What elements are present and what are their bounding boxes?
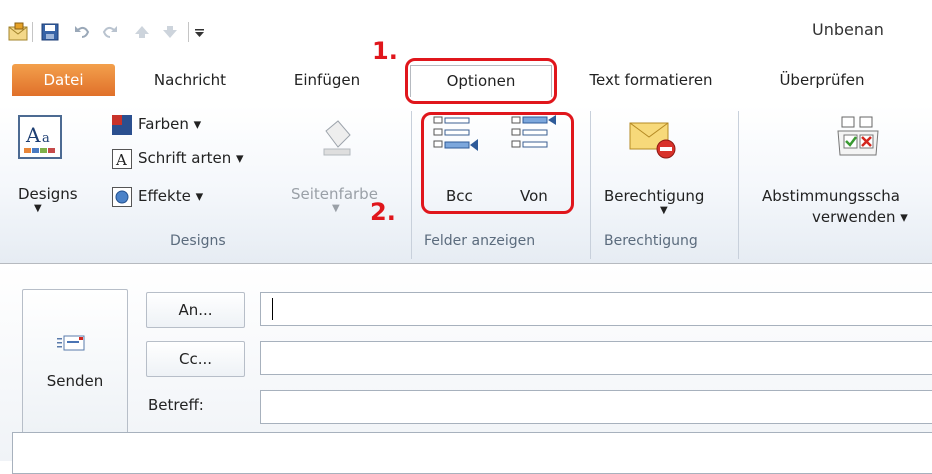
arrow-up-icon[interactable] — [132, 22, 152, 42]
designs-icon[interactable]: A a — [18, 115, 62, 159]
voting-buttons-label-line1[interactable]: Abstimmungsscha — [762, 187, 900, 205]
group-separator — [411, 111, 412, 259]
designs-dropdown-icon[interactable]: ▼ — [34, 203, 42, 214]
to-button[interactable]: An... — [146, 292, 245, 328]
voting-buttons-label-line2[interactable]: verwenden ▾ — [812, 208, 908, 226]
qat-separator — [32, 22, 33, 42]
window-title: Unbenan — [812, 20, 884, 39]
tab-review[interactable]: Überprüfen — [762, 65, 882, 95]
page-color-button-label: Seitenfarbe — [291, 185, 378, 203]
cc-button[interactable]: Cc... — [146, 341, 245, 377]
qat-separator — [188, 22, 189, 42]
designs-group-label: Designs — [170, 233, 226, 249]
svg-text:A: A — [115, 151, 127, 169]
colors-button[interactable]: Farben ▾ — [138, 115, 201, 133]
send-button[interactable]: Senden — [22, 289, 128, 435]
fonts-button[interactable]: Schrift arten ▾ — [138, 149, 244, 167]
designs-button-label[interactable]: Designs — [18, 185, 78, 203]
subject-label: Betreff: — [148, 396, 204, 414]
tab-format-text[interactable]: Text formatieren — [566, 65, 736, 95]
tab-message[interactable]: Nachricht — [130, 65, 250, 95]
group-separator — [738, 111, 739, 259]
undo-icon[interactable] — [72, 22, 92, 42]
customize-qat-icon[interactable] — [193, 22, 213, 42]
text-caret — [272, 298, 273, 320]
send-button-label: Senden — [46, 372, 104, 390]
to-field[interactable] — [260, 292, 932, 326]
send-icon — [57, 335, 85, 351]
quick-access-toolbar: Unbenan — [0, 0, 932, 50]
fonts-icon[interactable]: A — [112, 149, 132, 169]
tab-insert[interactable]: Einfügen — [268, 65, 386, 95]
svg-text:a: a — [42, 131, 50, 146]
outlook-app-icon[interactable] — [8, 22, 28, 42]
permission-dropdown-icon[interactable]: ▼ — [660, 205, 668, 216]
permission-button-label[interactable]: Berechtigung — [604, 187, 704, 205]
group-separator — [590, 111, 591, 259]
subject-field[interactable] — [260, 390, 932, 424]
show-fields-group-label: Felder anzeigen — [424, 233, 536, 249]
svg-text:A: A — [25, 123, 41, 147]
page-color-dropdown-icon: ▼ — [332, 203, 340, 214]
arrow-down-icon[interactable] — [160, 22, 180, 42]
redo-icon[interactable] — [100, 22, 120, 42]
voting-buttons-icon[interactable] — [836, 115, 880, 157]
annotation-highlight-options-tab — [405, 58, 557, 104]
colors-icon[interactable] — [112, 115, 132, 135]
save-icon[interactable] — [40, 22, 60, 42]
message-body[interactable] — [12, 432, 932, 474]
page-color-icon — [323, 120, 351, 156]
annotation-step-2: 2. — [370, 198, 396, 226]
effects-icon[interactable] — [112, 187, 132, 207]
cc-field[interactable] — [260, 341, 932, 375]
effects-button[interactable]: Effekte ▾ — [138, 187, 203, 205]
annotation-step-1: 1. — [372, 37, 398, 65]
tab-file[interactable]: Datei — [12, 64, 115, 96]
permission-icon[interactable] — [628, 119, 676, 159]
annotation-highlight-bcc-von — [421, 112, 574, 214]
permission-group-label: Berechtigung — [604, 233, 698, 249]
